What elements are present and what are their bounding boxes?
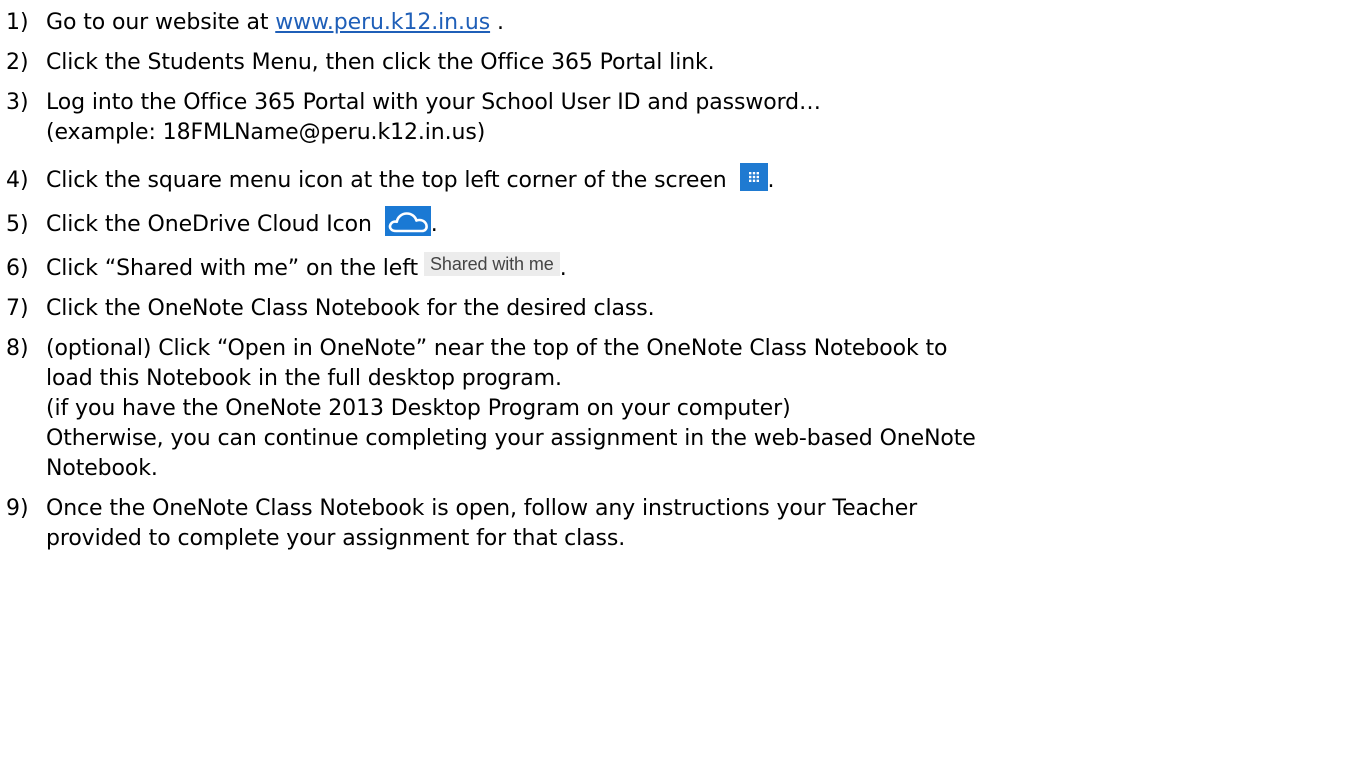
step-1: 1) Go to our website at www.peru.k12.in.… bbox=[6, 8, 1356, 38]
step-number: 5) bbox=[6, 212, 29, 237]
step-text: Click the square menu icon at the top le… bbox=[46, 168, 727, 193]
step-number: 9) bbox=[6, 496, 29, 521]
step-text: Click “Shared with me” on the left bbox=[46, 256, 419, 281]
step-6: 6) Click “Shared with me” on the left Sha… bbox=[6, 252, 1356, 284]
step-number: 3) bbox=[6, 90, 29, 115]
step-text: Go to our website at bbox=[46, 10, 276, 35]
step-text-line-2: (example: 18FMLName@peru.k12.in.us) bbox=[46, 120, 486, 145]
onedrive-cloud-icon bbox=[384, 206, 431, 236]
step-3: 3) Log into the Office 365 Portal with y… bbox=[6, 88, 1356, 148]
step-text-line-1: (optional) Click “Open in OneNote” near … bbox=[46, 336, 948, 361]
step-text-suffix: . bbox=[490, 10, 504, 35]
step-text-line-2: load this Notebook in the full desktop p… bbox=[46, 366, 562, 391]
step-7: 7) Click the OneNote Class Notebook for … bbox=[6, 294, 1356, 324]
step-text: Click the OneDrive Cloud Icon bbox=[46, 212, 372, 237]
step-text-line-5: Notebook. bbox=[46, 456, 158, 481]
step-9: 9) Once the OneNote Class Notebook is op… bbox=[6, 494, 1356, 554]
step-text-line-1: Log into the Office 365 Portal with your… bbox=[46, 90, 821, 115]
step-text-line-2: provided to complete your assignment for… bbox=[46, 526, 626, 551]
step-number: 8) bbox=[6, 336, 29, 361]
step-text-line-4: Otherwise, you can continue completing y… bbox=[46, 426, 976, 451]
step-number: 6) bbox=[6, 256, 29, 281]
step-text: Click the OneNote Class Notebook for the… bbox=[46, 296, 655, 321]
instructions-document: 1) Go to our website at www.peru.k12.in.… bbox=[0, 0, 1364, 781]
step-suffix: . bbox=[559, 256, 567, 281]
step-text-line-1: Once the OneNote Class Notebook is open,… bbox=[46, 496, 918, 521]
step-number: 4) bbox=[6, 168, 29, 193]
step-number: 1) bbox=[6, 10, 29, 35]
website-link[interactable]: www.peru.k12.in.us bbox=[275, 10, 490, 35]
step-number: 2) bbox=[6, 50, 29, 75]
shared-with-me-chip: Shared with me bbox=[424, 252, 560, 276]
step-text: Click the Students Menu, then click the … bbox=[46, 50, 715, 75]
step-4: 4) Click the square menu icon at the top… bbox=[6, 163, 1356, 196]
app-launcher-grid-icon bbox=[739, 163, 768, 191]
step-suffix: . bbox=[430, 212, 438, 237]
step-text-line-3: (if you have the OneNote 2013 Desktop Pr… bbox=[46, 396, 791, 421]
step-8: 8) (optional) Click “Open in OneNote” ne… bbox=[6, 334, 1356, 484]
step-number: 7) bbox=[6, 296, 29, 321]
step-5: 5) Click the OneDrive Cloud Icon . bbox=[6, 206, 1356, 240]
step-2: 2) Click the Students Menu, then click t… bbox=[6, 48, 1356, 78]
step-suffix: . bbox=[767, 168, 775, 193]
